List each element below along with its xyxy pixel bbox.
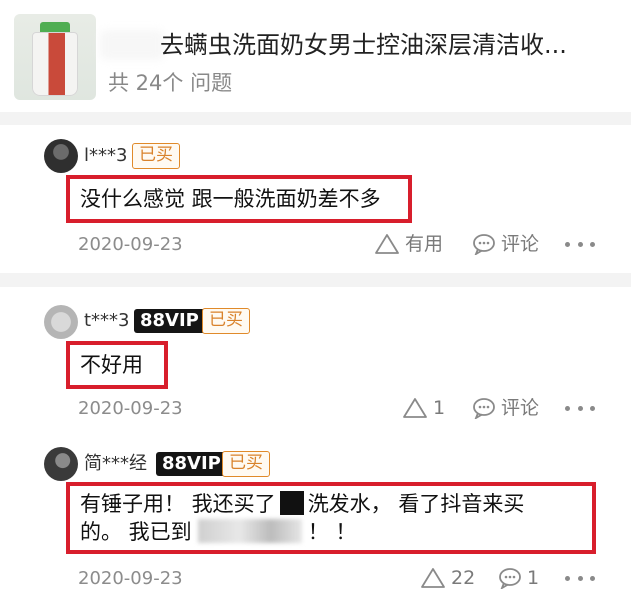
more-dots-icon[interactable] xyxy=(565,395,595,421)
chat-bubble-icon xyxy=(473,234,495,255)
answer-date: 2020-09-23 xyxy=(78,398,183,419)
answer-text-line: 有锤子用！ 我还买了 洗发水， 看了抖音来买 xyxy=(80,490,582,518)
product-header[interactable]: 去螨虫洗面奶女男士控油深层清洁收... 共 24个 问题 xyxy=(0,0,631,112)
comment-button[interactable]: 评论 xyxy=(472,231,539,257)
answer-text-highlight: 不好用 xyxy=(66,341,168,389)
username: 简***经 xyxy=(84,453,147,474)
useful-button[interactable]: 有用 xyxy=(374,231,443,257)
more-dots-icon[interactable] xyxy=(565,565,595,591)
more-dots-icon[interactable] xyxy=(565,231,595,257)
useful-count: 22 xyxy=(451,567,476,589)
comment-button[interactable]: 评论 xyxy=(472,395,539,421)
username: t***3 xyxy=(84,310,130,331)
avatar[interactable] xyxy=(44,447,78,481)
comment-label: 评论 xyxy=(501,397,540,419)
answer-date: 2020-09-23 xyxy=(78,234,183,255)
useful-count: 1 xyxy=(433,397,446,419)
answer-date: 2020-09-23 xyxy=(78,568,183,589)
redacted-block xyxy=(279,491,304,515)
answer-text: 不好用 xyxy=(80,353,143,377)
username: l***3 xyxy=(84,145,128,166)
triangle-outline-icon xyxy=(375,234,399,254)
bought-badge: 已买 xyxy=(132,143,180,169)
useful-label: 有用 xyxy=(405,233,444,255)
answer-card: t***3 88VIP 已买 不好用 2020-09-23 1 评论 简***经… xyxy=(0,287,631,610)
redacted-block xyxy=(197,519,302,543)
comment-button[interactable]: 1 xyxy=(498,565,539,591)
answer-text-segment: 洗发水， 看了抖音来买 xyxy=(307,492,525,516)
bottle-graphic xyxy=(32,32,78,96)
answer-text-segment: ！ ！ xyxy=(307,520,357,544)
answer-text-highlight: 有锤子用！ 我还买了 洗发水， 看了抖音来买 的。 我已到 ！ ！ xyxy=(66,482,596,554)
product-thumbnail[interactable] xyxy=(14,14,96,100)
question-count: 共 24个 问题 xyxy=(108,71,233,95)
triangle-outline-icon xyxy=(403,398,427,418)
vip-badge: 88VIP xyxy=(156,452,227,476)
product-title[interactable]: 去螨虫洗面奶女男士控油深层清洁收... xyxy=(160,30,620,60)
answer-text-highlight: 没什么感觉 跟一般洗面奶差不多 xyxy=(66,175,412,223)
bought-badge: 已买 xyxy=(222,451,270,477)
answer-text-line: 的。 我已到 ！ ！ xyxy=(80,518,582,546)
redacted-region xyxy=(100,30,164,60)
chat-bubble-icon xyxy=(473,398,495,419)
avatar[interactable] xyxy=(44,139,78,173)
bought-badge: 已买 xyxy=(202,308,250,334)
answer-text-segment: 的。 我已到 xyxy=(80,520,192,544)
avatar[interactable] xyxy=(44,305,78,339)
comment-label: 评论 xyxy=(501,233,540,255)
comment-count: 1 xyxy=(527,567,540,589)
vip-badge: 88VIP xyxy=(134,309,205,333)
triangle-outline-icon xyxy=(421,568,445,588)
answer-text-segment: 有锤子用！ 我还买了 xyxy=(80,492,276,516)
answer-card: l***3 已买 没什么感觉 跟一般洗面奶差不多 2020-09-23 有用 评… xyxy=(0,125,631,273)
chat-bubble-icon xyxy=(499,568,521,589)
answer-text: 没什么感觉 跟一般洗面奶差不多 xyxy=(80,187,381,211)
useful-button[interactable]: 1 xyxy=(402,395,445,421)
useful-button[interactable]: 22 xyxy=(420,565,475,591)
